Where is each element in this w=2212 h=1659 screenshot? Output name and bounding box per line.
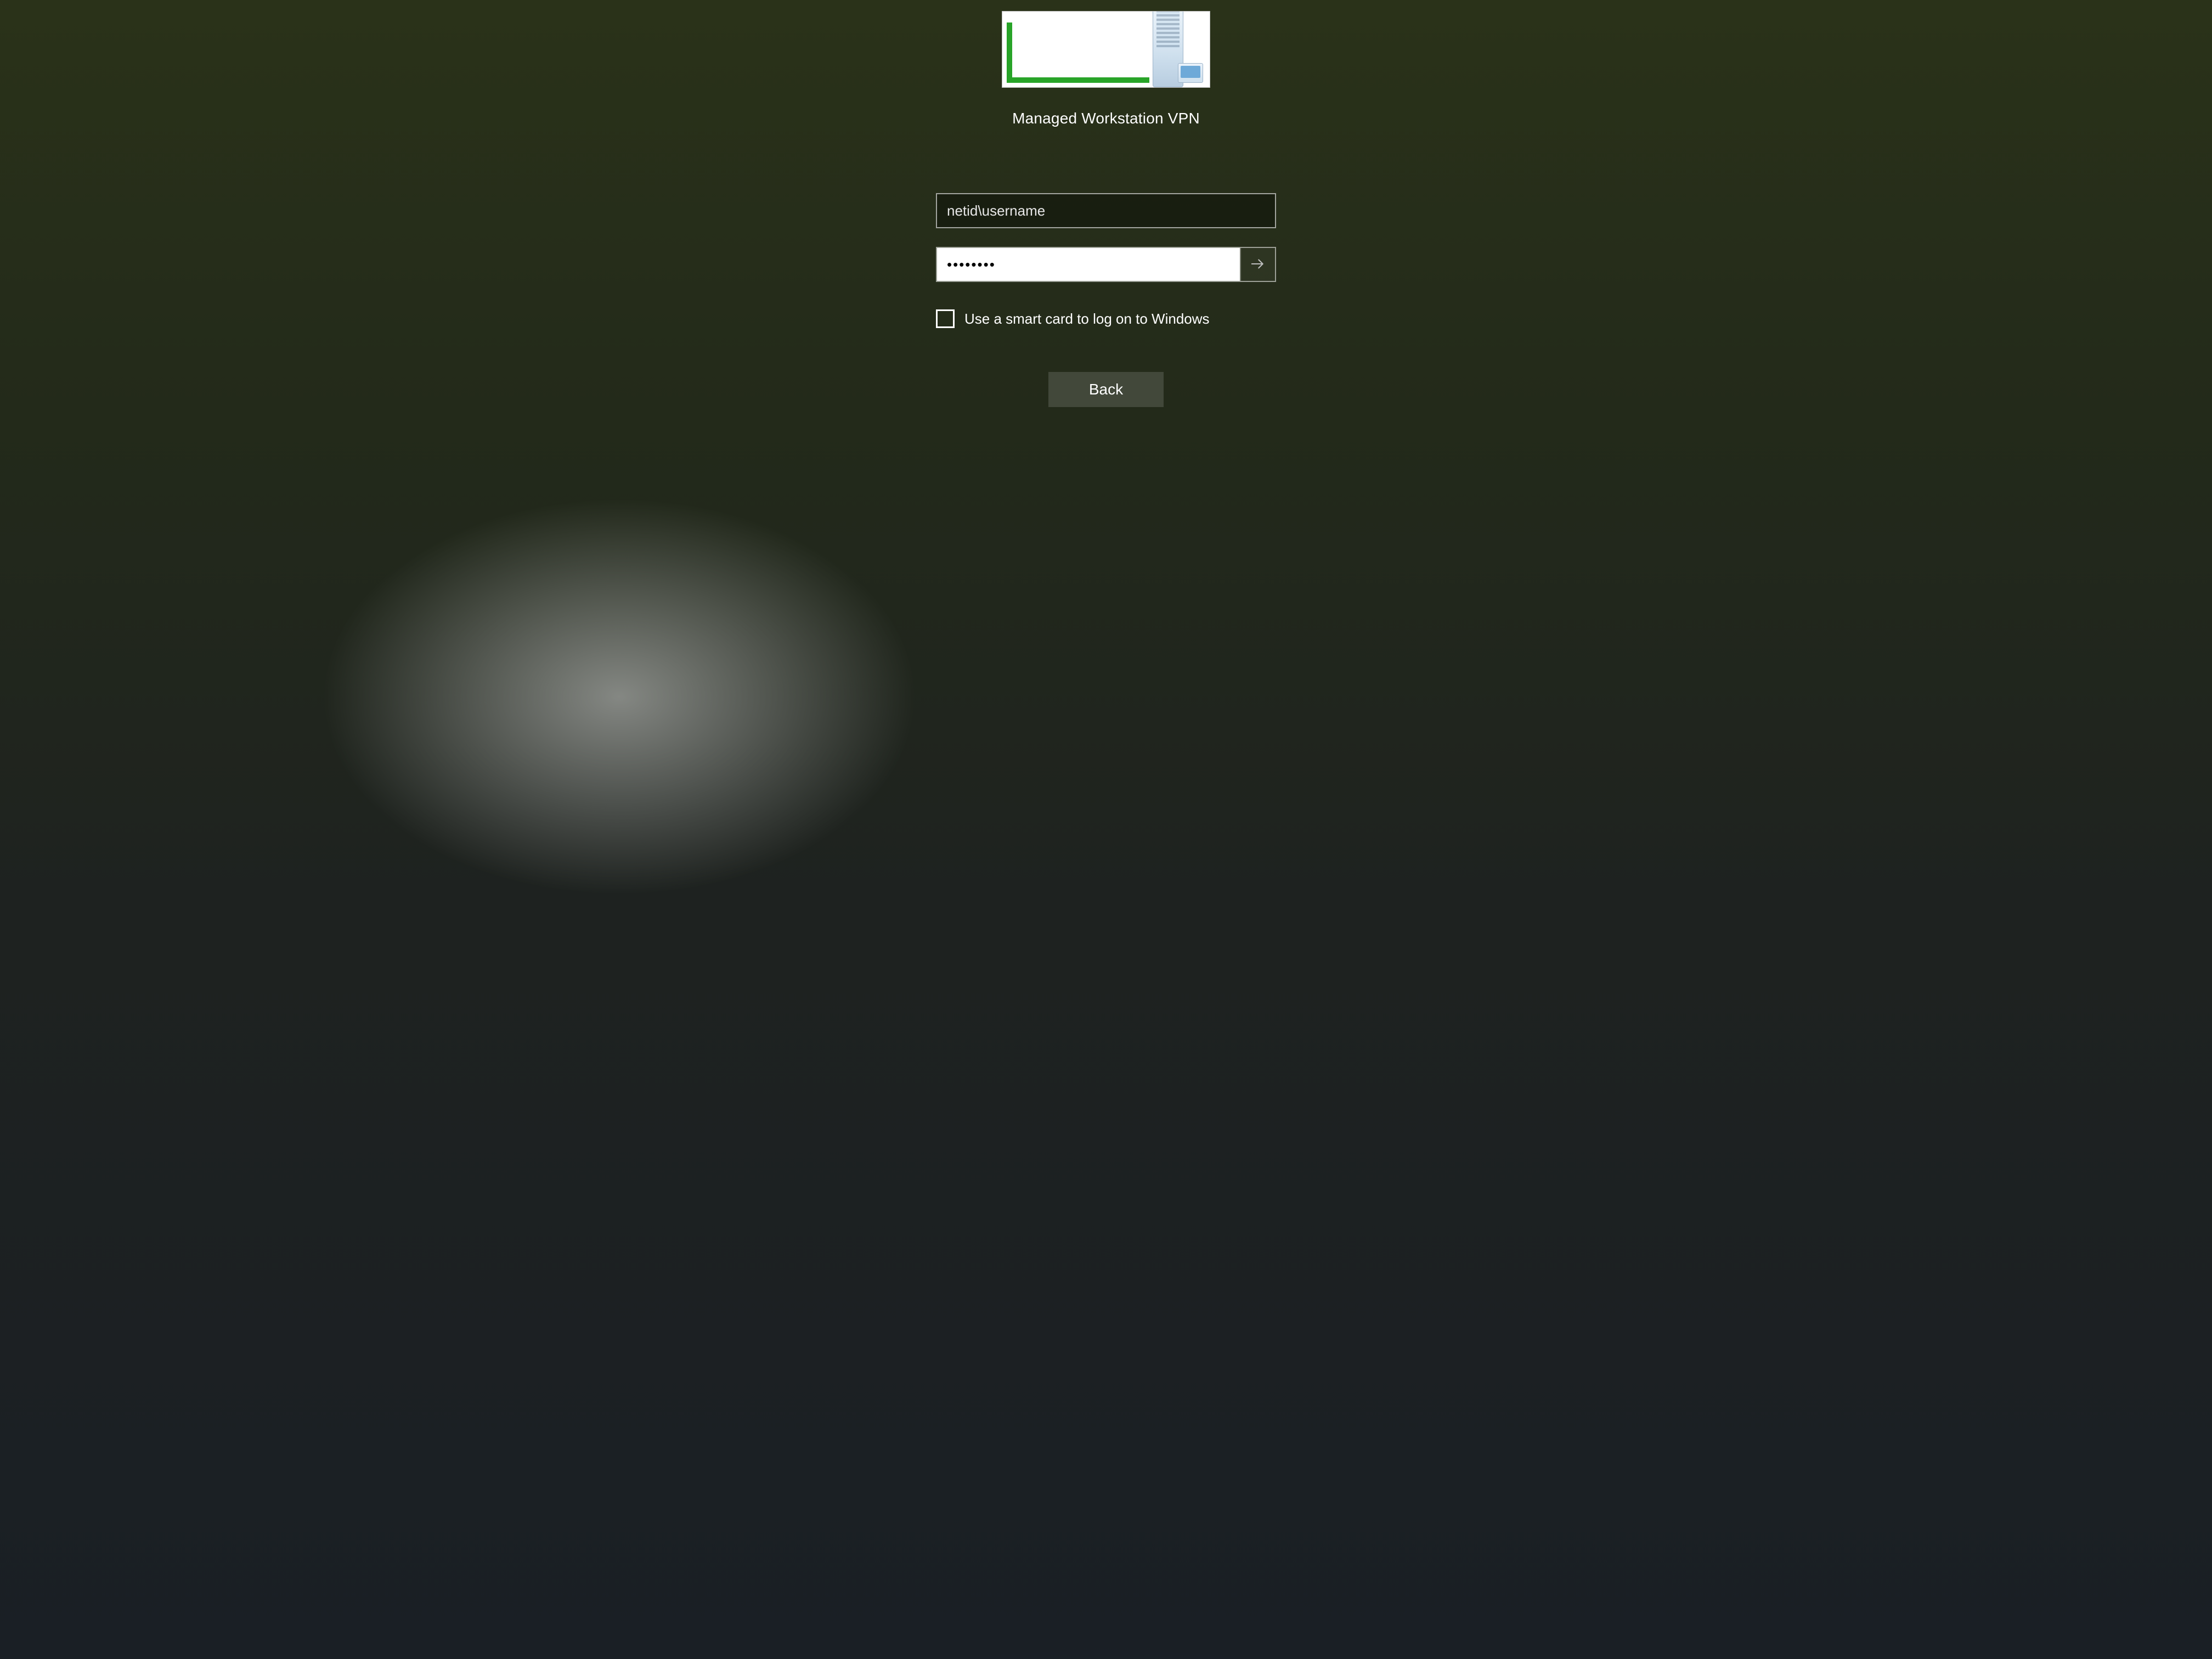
smartcard-option[interactable]: Use a smart card to log on to Windows <box>936 309 1276 328</box>
vpn-bracket-graphic <box>1007 22 1149 83</box>
smartcard-label: Use a smart card to log on to Windows <box>964 311 1210 328</box>
submit-button[interactable] <box>1240 248 1275 281</box>
smartcard-checkbox[interactable] <box>936 309 955 328</box>
password-input[interactable] <box>937 248 1240 281</box>
login-panel: Managed Workstation VPN Use a smart card… <box>930 11 1282 407</box>
vpn-tile <box>1002 11 1210 88</box>
username-field-wrap <box>936 193 1276 228</box>
back-button[interactable]: Back <box>1048 372 1164 407</box>
username-input[interactable] <box>947 202 1265 219</box>
login-title: Managed Workstation VPN <box>1012 110 1200 127</box>
password-field-wrap <box>936 247 1276 282</box>
arrow-right-icon <box>1250 256 1266 274</box>
login-screen: Managed Workstation VPN Use a smart card… <box>0 0 2212 1659</box>
server-icon <box>1143 11 1203 87</box>
